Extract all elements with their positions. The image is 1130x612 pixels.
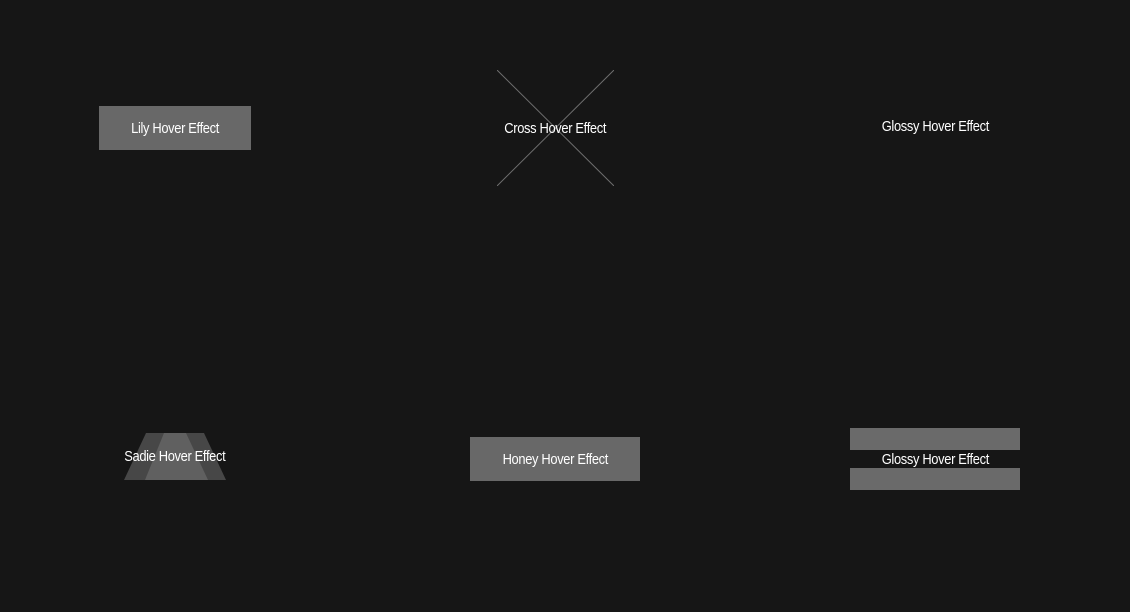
glossy-bottom-bar (850, 468, 1020, 490)
glossy-hover-button[interactable]: Glossy Hover Effect (851, 104, 1019, 148)
sadie-hover-button[interactable]: Sadie Hover Effect (105, 433, 245, 480)
glossy-hover-bars-label: Glossy Hover Effect (881, 450, 989, 468)
glossy-hover-bars-button[interactable]: Glossy Hover Effect (850, 428, 1020, 490)
glossy-top-bar (850, 428, 1020, 450)
cross-hover-label: Cross Hover Effect (504, 119, 607, 137)
lily-hover-button[interactable]: Lily Hover Effect (99, 106, 251, 150)
sadie-hover-label: Sadie Hover Effect (124, 448, 226, 465)
lily-hover-label: Lily Hover Effect (131, 119, 219, 137)
cross-hover-button[interactable]: Cross Hover Effect (497, 70, 614, 186)
glossy-hover-label: Glossy Hover Effect (881, 117, 989, 135)
honey-hover-button[interactable]: Honey Hover Effect (470, 437, 640, 481)
honey-hover-label: Honey Hover Effect (502, 450, 608, 468)
